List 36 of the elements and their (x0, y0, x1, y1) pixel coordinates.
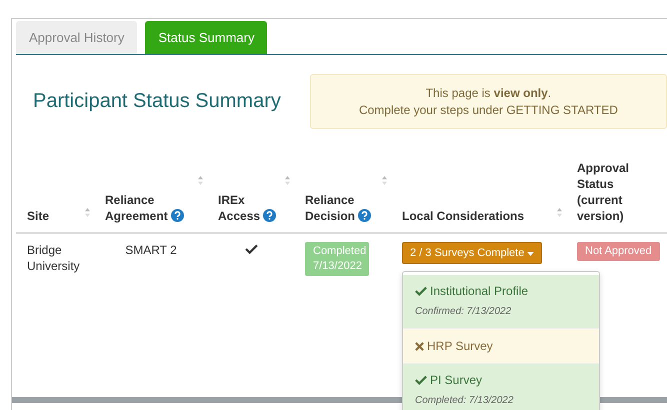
notice-text: This page is view only. (426, 86, 552, 100)
menu-item-title: Institutional Profile (430, 283, 528, 299)
help-icon[interactable] (358, 209, 372, 222)
menu-item[interactable]: PI Survey Completed: 7/13/2022 (403, 364, 599, 410)
notice-text: Complete your steps under GETTING STARTED (358, 103, 618, 117)
check-icon (415, 375, 427, 385)
sort-icon[interactable] (85, 208, 90, 217)
column-header: Reliance Decision (305, 192, 380, 224)
status-badge: Not Approved (577, 242, 660, 261)
menu-item-note: Confirmed: 7/13/2022 (415, 305, 512, 319)
sort-icon[interactable] (198, 176, 203, 185)
tab[interactable]: Approval History (16, 21, 138, 54)
tab[interactable]: Status Summary (145, 21, 268, 54)
menu-item-title: PI Survey (430, 372, 482, 388)
column-header: Reliance Agreement (105, 192, 195, 224)
sort-icon[interactable] (382, 176, 387, 185)
column-header: Approval Status (current version) (577, 160, 630, 224)
sort-icon[interactable] (557, 208, 562, 217)
close-icon (415, 342, 424, 350)
status-badge: Completed 7/13/2022 (305, 242, 369, 276)
menu-item-title: HRP Survey (427, 338, 493, 354)
table-cell: SMART 2 (125, 243, 177, 257)
table-cell-text: Bridge University (27, 242, 81, 274)
surveys-dropdown-button[interactable]: 2 / 3 Surveys Complete (402, 242, 542, 264)
column-header: Local Considerations (402, 208, 524, 224)
check-icon (415, 286, 427, 296)
column-header: IREx Access (218, 192, 280, 224)
menu-item[interactable]: HRP Survey (403, 329, 599, 364)
page-title: Participant Status Summary (33, 90, 281, 113)
help-icon[interactable] (263, 209, 276, 222)
menu-item[interactable]: Institutional Profile Confirmed: 7/13/2022 (403, 275, 599, 329)
caret-icon (527, 252, 534, 256)
menu-item-note: Completed: 7/13/2022 (415, 394, 514, 408)
column-header: Site (27, 208, 50, 224)
sort-icon[interactable] (285, 176, 290, 185)
help-icon[interactable] (171, 209, 184, 222)
